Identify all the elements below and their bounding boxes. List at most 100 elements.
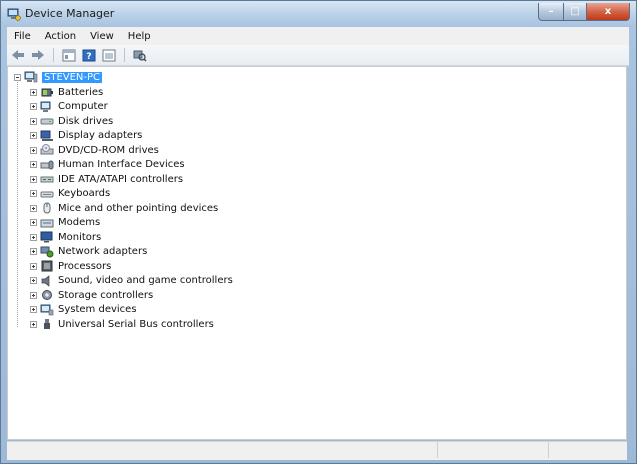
menu-bar: File Action View Help <box>7 27 629 46</box>
tree-item-display-adapter[interactable]: Display adapters <box>30 129 142 143</box>
view-icon <box>102 49 116 61</box>
expand-toggle[interactable] <box>30 277 37 284</box>
expand-toggle[interactable] <box>30 132 37 139</box>
close-icon: x <box>604 6 612 17</box>
status-segment <box>438 442 549 458</box>
expand-toggle[interactable] <box>30 219 37 226</box>
disk-drive-icon <box>40 115 54 127</box>
tree-item-label: Processors <box>58 260 112 272</box>
expand-toggle[interactable] <box>30 262 37 270</box>
tree-item-label: Disk drives <box>58 115 114 127</box>
menu-view[interactable]: View <box>83 31 121 42</box>
device-manager-icon <box>7 8 21 21</box>
computer-icon <box>40 101 54 113</box>
expand-toggle[interactable] <box>30 175 37 183</box>
status-segment <box>549 442 627 458</box>
modem-icon <box>40 217 54 229</box>
expand-toggle[interactable] <box>30 88 37 96</box>
tree-item-label: Modems <box>58 217 101 228</box>
tree-item-monitor[interactable]: Monitors <box>30 230 101 244</box>
tree-item-ide-controller[interactable]: IDE ATA/ATAPI controllers <box>30 172 183 186</box>
tree-item-label: Human Interface Devices <box>58 159 185 170</box>
title-bar[interactable]: Device Manager – □ x <box>1 1 636 27</box>
minimize-icon: – <box>548 6 554 17</box>
tree-item-usb[interactable]: Universal Serial Bus controllers <box>30 317 214 331</box>
expand-toggle[interactable] <box>30 161 37 168</box>
tree-item-modem[interactable]: Modems <box>30 216 100 230</box>
tree-item-label: Universal Serial Bus controllers <box>58 318 214 330</box>
battery-icon <box>40 86 54 98</box>
expand-toggle[interactable] <box>30 204 37 212</box>
monitor-icon <box>40 231 54 243</box>
tree-item-label: Monitors <box>58 231 102 243</box>
keyboard-icon <box>40 188 54 200</box>
tree-item-disk-drive[interactable]: Disk drives <box>30 114 113 128</box>
tree-item-sound[interactable]: Sound, video and game controllers <box>30 274 233 288</box>
tree-root[interactable]: STEVEN-PC <box>14 70 103 84</box>
tree-item-computer[interactable]: Computer <box>30 100 108 114</box>
collapse-toggle[interactable] <box>14 73 21 81</box>
scan-hardware-icon <box>133 50 147 62</box>
tree-item-hid[interactable]: Human Interface Devices <box>30 158 185 172</box>
tree-item-system-devices[interactable]: System devices <box>30 303 137 317</box>
menu-file[interactable]: File <box>7 31 38 42</box>
window-title: Device Manager <box>25 7 115 20</box>
help-button[interactable]: ? <box>80 47 98 63</box>
tree-item-label: Keyboards <box>58 188 111 199</box>
storage-controller-icon <box>40 289 54 301</box>
expand-toggle[interactable] <box>30 190 37 197</box>
menu-help[interactable]: Help <box>121 31 158 42</box>
expand-toggle[interactable] <box>30 291 37 299</box>
tree-item-label: Computer <box>58 101 108 112</box>
tree-item-keyboard[interactable]: Keyboards <box>30 187 110 201</box>
network-adapter-icon <box>40 246 54 258</box>
device-tree[interactable]: STEVEN-PC Batteries Computer Disk drives Di… <box>7 66 627 440</box>
expand-toggle[interactable] <box>30 320 37 328</box>
svg-text:?: ? <box>86 52 91 62</box>
back-button[interactable] <box>9 47 27 63</box>
expand-toggle[interactable] <box>30 306 37 313</box>
toolbar-separator <box>124 48 125 62</box>
tree-item-storage-controller[interactable]: Storage controllers <box>30 288 153 302</box>
tree-item-mouse[interactable]: Mice and other pointing devices <box>30 201 218 215</box>
menu-action[interactable]: Action <box>38 31 83 42</box>
tree-item-network-adapter[interactable]: Network adapters <box>30 245 147 259</box>
tree-item-label: IDE ATA/ATAPI controllers <box>58 173 184 185</box>
tree-item-dvd-drive[interactable]: DVD/CD-ROM drives <box>30 143 159 157</box>
forward-icon <box>32 50 44 60</box>
tree-item-battery[interactable]: Batteries <box>30 85 103 99</box>
dvd-drive-icon <box>40 144 54 156</box>
help-icon: ? <box>82 49 96 62</box>
maximize-icon: □ <box>570 6 580 17</box>
computer-name-label: STEVEN-PC <box>42 71 103 83</box>
tree-item-label: Display adapters <box>58 130 143 141</box>
status-segment <box>7 442 438 458</box>
properties-icon <box>62 49 76 61</box>
expand-toggle[interactable] <box>30 233 37 241</box>
forward-button[interactable] <box>29 47 47 63</box>
mouse-icon <box>40 202 54 214</box>
minimize-button[interactable]: – <box>538 3 564 21</box>
tree-item-label: Sound, video and game controllers <box>58 275 233 286</box>
close-button[interactable]: x <box>587 3 630 21</box>
tree-item-processor[interactable]: Processors <box>30 259 111 273</box>
properties-button[interactable] <box>60 47 78 63</box>
expand-toggle[interactable] <box>30 146 37 154</box>
system-devices-icon <box>40 304 54 316</box>
toolbar: ? <box>7 45 629 66</box>
expand-toggle[interactable] <box>30 117 37 125</box>
maximize-button[interactable]: □ <box>564 3 587 21</box>
hid-icon <box>40 159 54 171</box>
sound-icon <box>40 274 54 287</box>
expand-toggle[interactable] <box>30 103 37 110</box>
tree-item-label: System devices <box>58 304 137 315</box>
processor-icon <box>40 260 54 272</box>
tree-item-label: Mice and other pointing devices <box>58 202 219 214</box>
view-button[interactable] <box>100 47 118 63</box>
tree-item-label: DVD/CD-ROM drives <box>58 144 159 156</box>
status-bar <box>7 441 627 460</box>
ide-controller-icon <box>40 173 54 185</box>
scan-hardware-button[interactable] <box>131 47 149 63</box>
expand-toggle[interactable] <box>30 248 37 255</box>
toolbar-separator <box>53 48 54 62</box>
